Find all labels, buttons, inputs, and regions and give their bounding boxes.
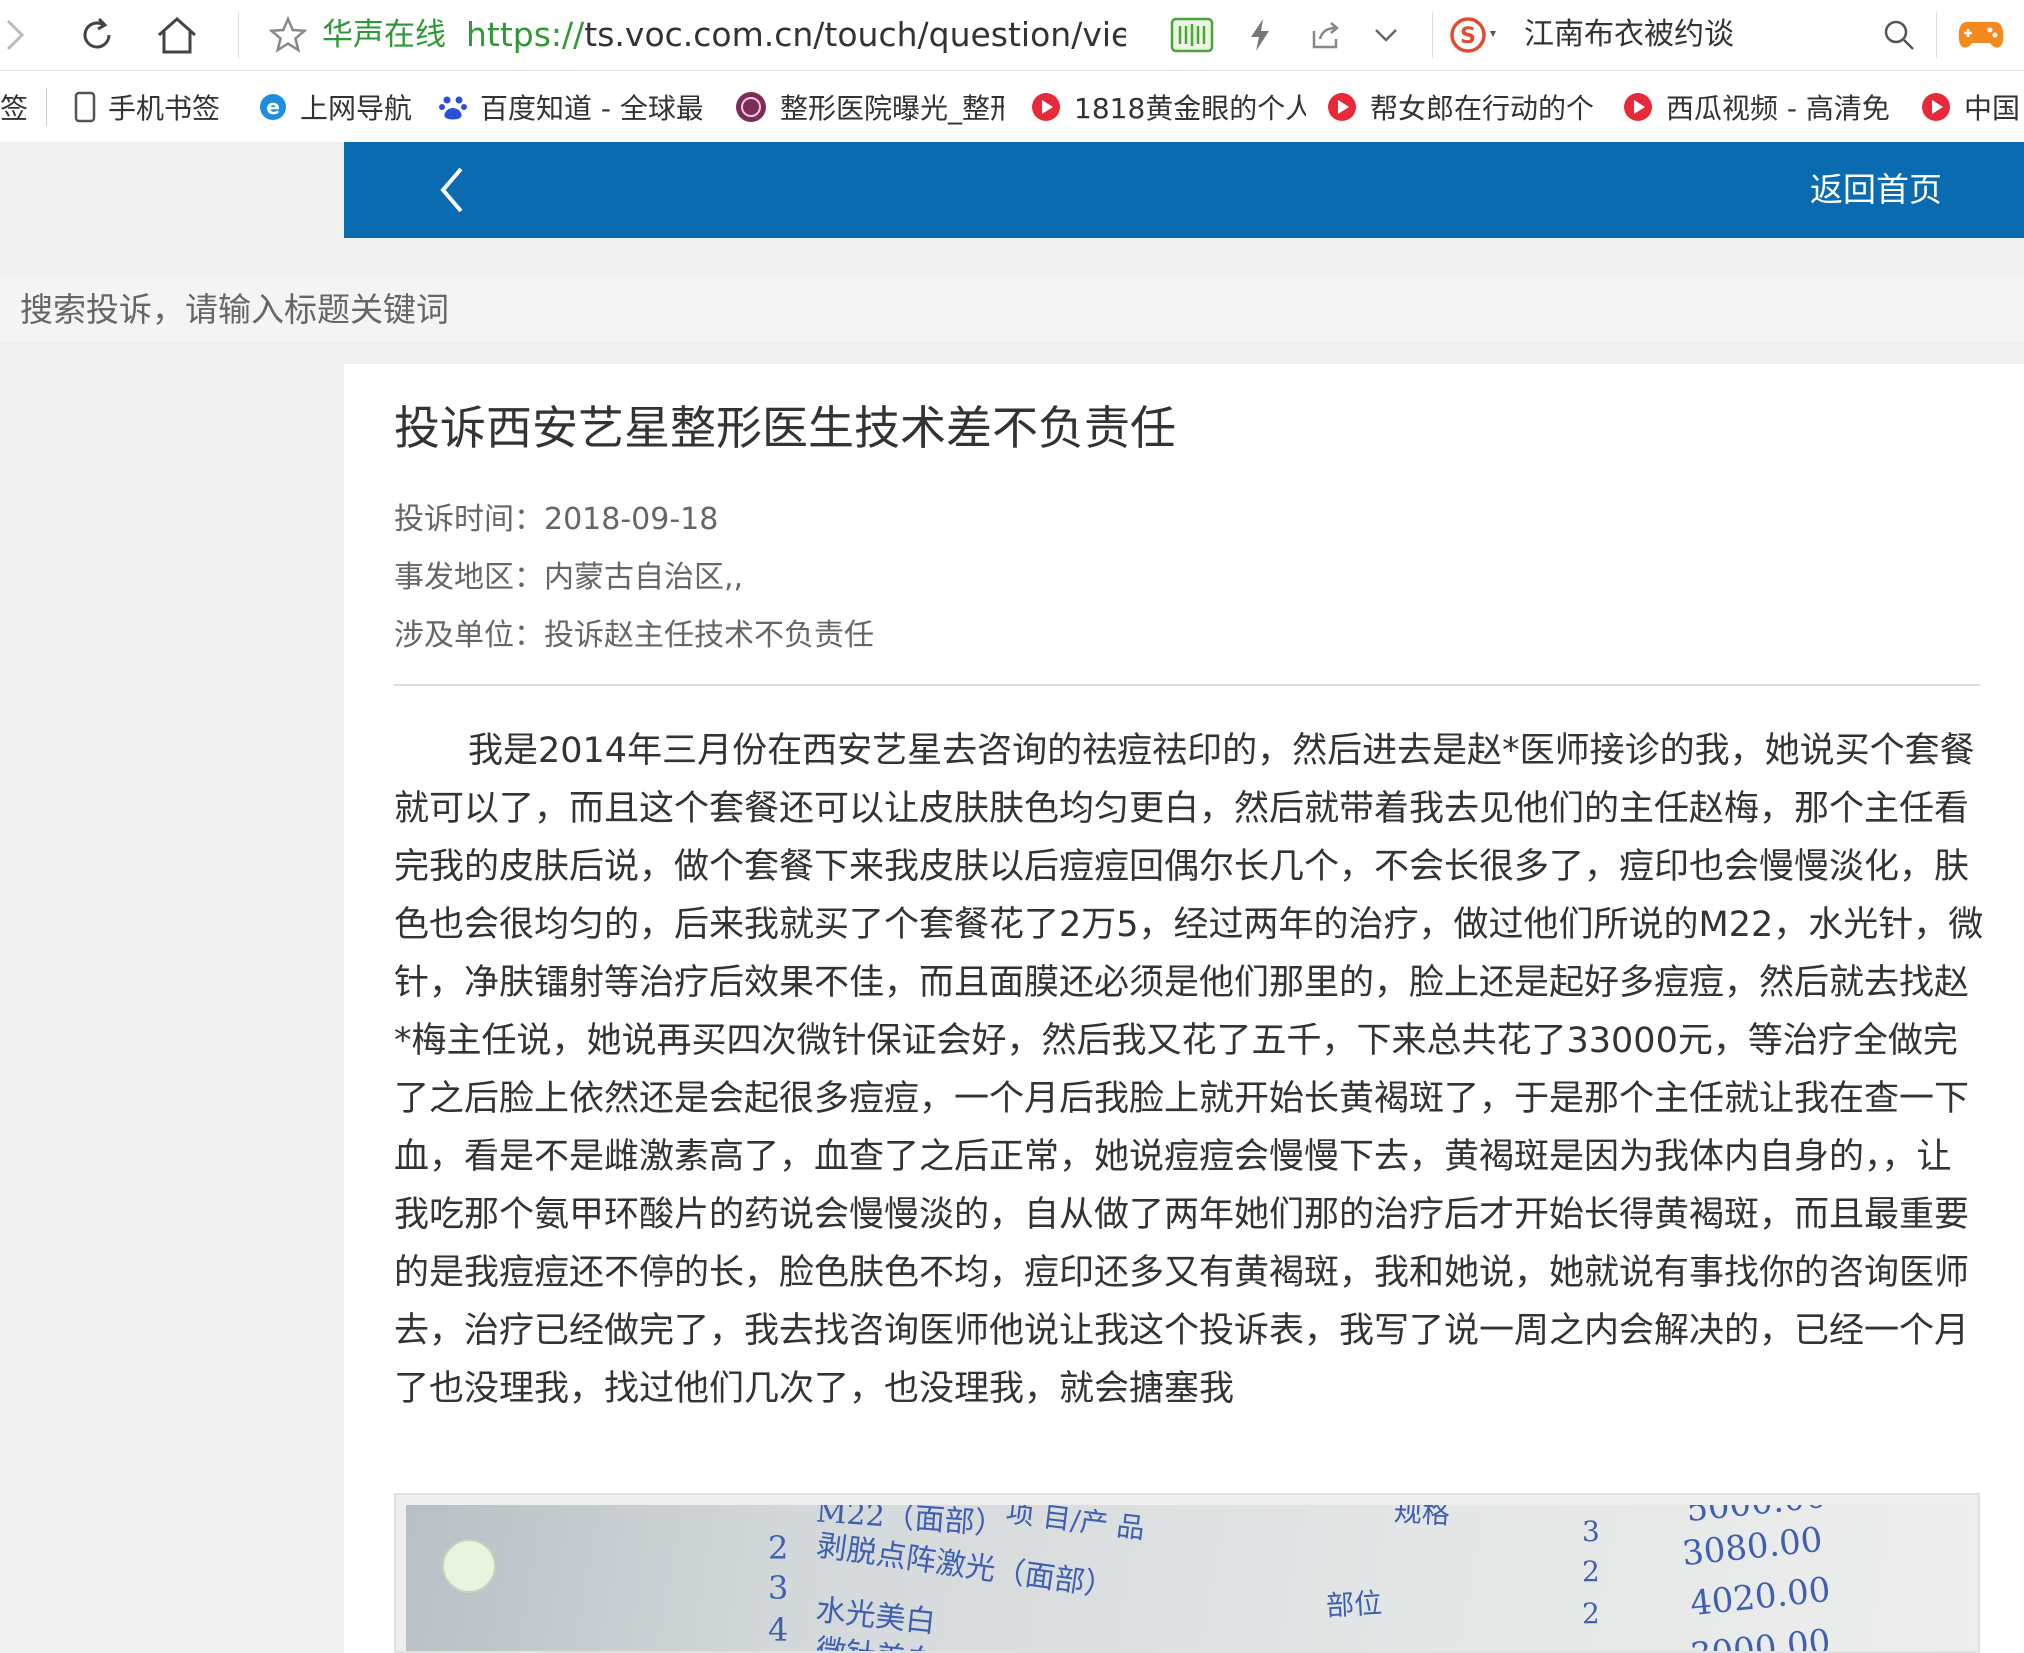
game-controller-icon[interactable] <box>1954 0 2008 70</box>
search-engine-query[interactable]: 江南布衣被约谈 <box>1524 0 1734 70</box>
punch-hole <box>442 1539 496 1593</box>
back-button[interactable] <box>424 162 480 218</box>
forward-icon[interactable] <box>0 0 30 70</box>
receipt-price: 3000.00 <box>1688 1621 1833 1653</box>
refresh-icon[interactable] <box>72 0 122 70</box>
receipt-row-number: 4 <box>768 1611 789 1649</box>
video-play-icon <box>1622 91 1654 123</box>
divider <box>394 684 1980 686</box>
bookmark-nav[interactable]: e 上网导航 <box>258 72 428 142</box>
receipt-header: 规格 <box>1393 1505 1451 1531</box>
home-icon[interactable] <box>152 0 202 70</box>
ie-icon: e <box>258 92 288 122</box>
receipt-qty: 2 <box>1582 1555 1600 1588</box>
bookmark-xigua[interactable]: 西瓜视频 - 高清免 <box>1622 72 1892 142</box>
article-card: 投诉西安艺星整形医生技术差不负责任 投诉时间：2018-09-18 事发地区：内… <box>344 364 2024 1653</box>
search-engine-icon[interactable]: S <box>1448 0 1504 70</box>
url-path: ts.voc.com.cn/touch/question/view/6 <box>584 15 1126 54</box>
receipt-row-number: 3 <box>768 1569 789 1607</box>
article-title: 投诉西安艺星整形医生技术差不负责任 <box>394 401 1176 455</box>
bookmark-label: 百度知道 - 全球最 <box>480 92 702 125</box>
site-header: 返回首页 <box>344 142 2024 238</box>
article-body: 我是2014年三月份在西安艺星去咨询的祛痘祛印的，然后进去是赵*医师接诊的我，她… <box>394 731 1984 1409</box>
baidu-paw-icon <box>438 92 468 122</box>
browser-toolbar: 华声在线 https://ts.voc.com.cn/touch/questio… <box>0 0 2024 71</box>
incident-region: 事发地区：内蒙古自治区,, <box>394 560 744 595</box>
site-logo-icon <box>734 90 768 124</box>
phone-icon <box>74 91 96 123</box>
search-input[interactable] <box>0 276 2024 342</box>
search-bar <box>0 276 2024 342</box>
bookmark-label: 手机书签 <box>108 92 221 125</box>
video-play-icon <box>1920 91 1952 123</box>
receipt-row-number: 2 <box>768 1529 789 1567</box>
bookmark-1818[interactable]: 1818黄金眼的个人 <box>1030 72 1306 142</box>
bookmark-label: 1818黄金眼的个人 <box>1074 92 1306 125</box>
bookmark-mobile[interactable]: 手机书签 <box>74 72 244 142</box>
lightning-icon[interactable] <box>1240 0 1280 70</box>
address-bar[interactable]: https://ts.voc.com.cn/touch/question/vie… <box>466 0 1126 70</box>
receipt-price: 4020.00 <box>1688 1569 1833 1625</box>
bookmark-label: 中国 <box>1964 92 2021 125</box>
video-play-icon <box>1030 91 1062 123</box>
star-icon[interactable] <box>266 0 310 70</box>
involved-unit: 涉及单位：投诉赵主任技术不负责任 <box>394 618 874 653</box>
chevron-down-icon[interactable] <box>1368 0 1404 70</box>
reader-mode-icon[interactable] <box>1168 0 1216 70</box>
url-protocol: https:// <box>466 15 585 54</box>
bookmark-truncated[interactable]: 签 <box>0 72 32 142</box>
bookmark-label: 帮女郎在行动的个 <box>1370 92 1595 125</box>
receipt-qty: 2 <box>1582 1597 1600 1630</box>
bookmarks-bar: 签 手机书签 e 上网导航 百度知道 - 全球最 整形医院曝光_整形 1818黄… <box>0 72 2024 143</box>
receipt-photo-content: M22（面部） 项 目/产 品 规格 2 剥脱点阵激光（面部） 3 水光美白 4… <box>406 1505 1970 1653</box>
toolbar-separator <box>1432 12 1433 58</box>
svg-text:e: e <box>266 95 280 119</box>
bookmark-baidu-zhidao[interactable]: 百度知道 - 全球最 <box>438 72 702 142</box>
share-icon[interactable] <box>1306 0 1346 70</box>
receipt-label: 部位 <box>1325 1586 1383 1623</box>
bookmark-separator <box>46 88 47 126</box>
header-area: 返回首页 <box>0 142 2024 258</box>
complaint-time: 投诉时间：2018-09-18 <box>394 502 719 537</box>
bookmark-label: 西瓜视频 - 高清免 <box>1666 92 1890 125</box>
bookmark-label: 整形医院曝光_整形 <box>780 92 1004 125</box>
bookmark-zhongguo[interactable]: 中国 <box>1920 72 2024 142</box>
video-play-icon <box>1326 91 1358 123</box>
svg-text:S: S <box>1460 24 1476 49</box>
bookmark-bangnvlang[interactable]: 帮女郎在行动的个 <box>1326 72 1596 142</box>
search-icon[interactable] <box>1876 0 1922 70</box>
receipt-header: 项 目/产 品 <box>1004 1505 1147 1546</box>
toolbar-separator <box>238 12 239 58</box>
home-link[interactable]: 返回首页 <box>1810 142 1942 238</box>
receipt-photo[interactable]: M22（面部） 项 目/产 品 规格 2 剥脱点阵激光（面部） 3 水光美白 4… <box>394 1493 1980 1653</box>
bookmark-label: 签 <box>0 92 29 125</box>
toolbar-separator <box>1936 12 1937 58</box>
bookmark-label: 上网导航 <box>300 92 413 125</box>
back-arrow-icon <box>440 167 463 213</box>
site-name-label: 华声在线 <box>322 17 446 53</box>
receipt-qty: 3 <box>1582 1515 1600 1548</box>
bookmark-plastic-surgery[interactable]: 整形医院曝光_整形 <box>734 72 1004 142</box>
page-viewport: 返回首页 投诉西安艺星整形医生技术差不负责任 投诉时间：2018-09-18 事… <box>0 142 2024 1653</box>
